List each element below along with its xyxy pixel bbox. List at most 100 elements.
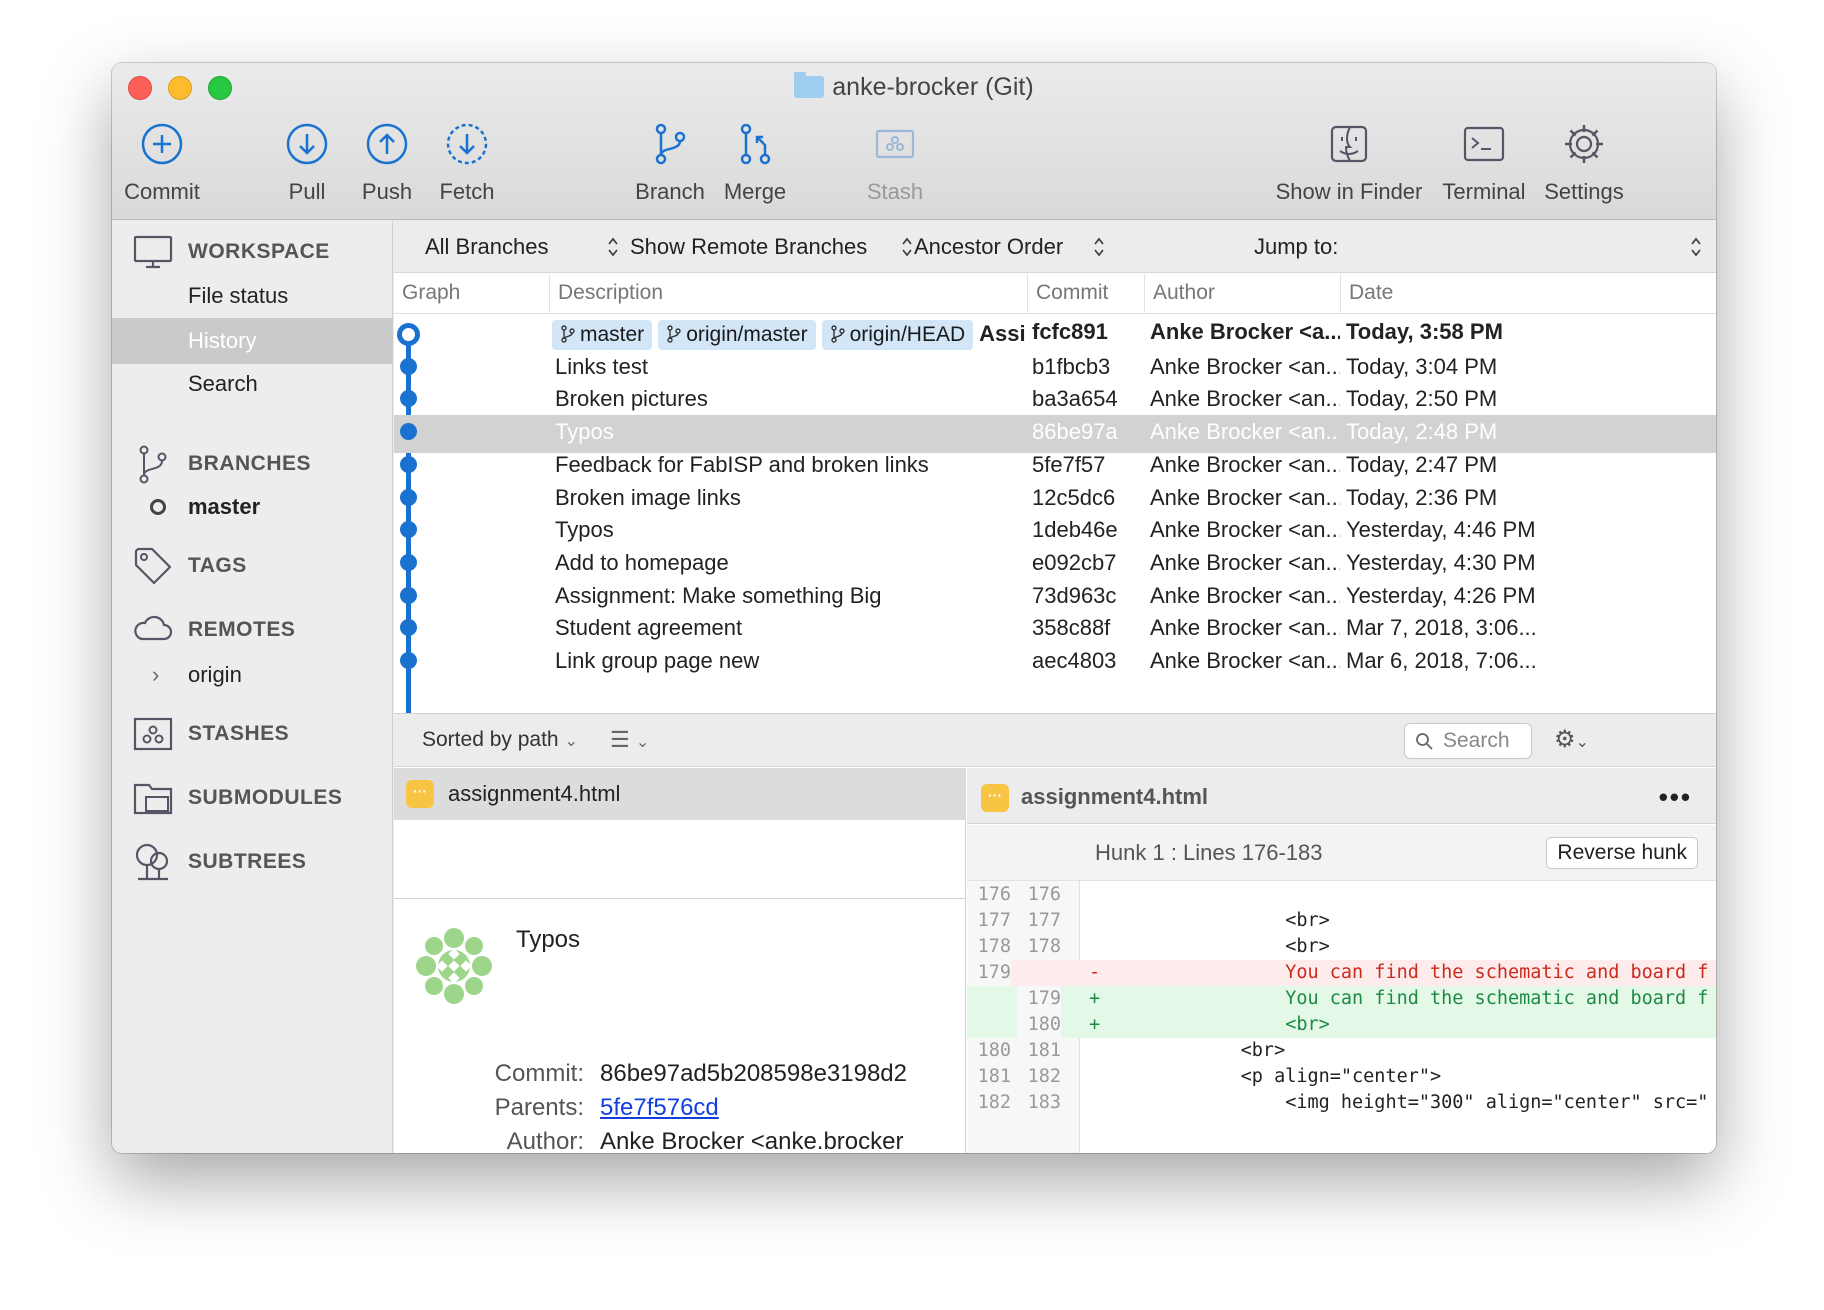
view-mode-dropdown[interactable]: ☰ ⌄ <box>610 714 649 769</box>
commit-author: Anke Brocker <an... <box>1150 484 1340 510</box>
arrow-down-circle-icon <box>286 123 328 165</box>
sidebar-section-subtrees[interactable]: SUBTREES <box>132 841 306 883</box>
diff-code: <br> <box>1107 936 1330 957</box>
filter-bar: All Branches Show Remote Branches Ancest… <box>394 221 1716 273</box>
graph-node <box>400 488 417 506</box>
stash-button[interactable]: Stash <box>845 121 945 205</box>
fetch-button[interactable]: Fetch <box>427 121 507 205</box>
sidebar-item-history[interactable]: History <box>112 318 393 364</box>
commit-hash: 86be97a <box>1032 419 1118 445</box>
commit-date: Yesterday, 4:46 PM <box>1346 517 1536 543</box>
jump-to-select[interactable]: Jump to: <box>1254 221 1714 273</box>
commit-detail-pane: ··· assignment4.html Typos Commit: 86be9… <box>394 768 966 1153</box>
column-author[interactable]: Author <box>1144 274 1340 314</box>
diff-code: You can find the schematic and board f <box>1107 962 1709 983</box>
graph-node <box>400 455 417 473</box>
sidebar-section-branches[interactable]: BRANCHES <box>132 443 311 485</box>
push-button[interactable]: Push <box>347 121 427 205</box>
diff-old: 181 <box>977 1066 1011 1087</box>
sidebar-section-workspace[interactable]: WORKSPACE <box>132 231 330 273</box>
terminal-button[interactable]: Terminal <box>1434 121 1534 205</box>
diff-code: <br> <box>1107 1040 1286 1061</box>
reverse-hunk-button[interactable]: Reverse hunk <box>1546 837 1698 869</box>
chevron-right-icon[interactable]: › <box>152 652 159 698</box>
column-graph[interactable]: Graph <box>394 274 549 314</box>
diff-line: 176 176 <box>967 882 1716 908</box>
more-options-icon[interactable]: ••• <box>1659 768 1692 826</box>
graph-node <box>400 553 417 571</box>
stash-icon <box>133 717 173 751</box>
diff-code: You can find the schematic and board f <box>1107 988 1709 1009</box>
commit-author: Anke Brocker <an... <box>1150 549 1340 575</box>
file-search-input[interactable]: Search <box>1404 723 1532 759</box>
commit-date: Today, 3:04 PM <box>1346 353 1498 379</box>
finder-icon <box>1330 125 1368 163</box>
diff-old: 176 <box>977 884 1011 905</box>
diff-line: 177 177 <br> <box>967 908 1716 934</box>
commit-description: Typos <box>555 419 614 445</box>
sidebar-item-file-status[interactable]: File status <box>112 273 393 319</box>
commit-row[interactable]: Link group page new aec4803 Anke Brocker <… <box>394 644 1716 682</box>
updown-chevron-icon <box>1094 237 1104 257</box>
commit-button[interactable]: Commit <box>112 121 212 205</box>
graph-node <box>400 423 417 441</box>
parent-commit-link[interactable]: 5fe7f576cd <box>600 1094 719 1122</box>
ref-pill-origin-head[interactable]: origin/HEAD <box>821 320 974 350</box>
sidebar-section-tags[interactable]: TAGS <box>132 545 247 587</box>
history-view: All Branches Show Remote Branches Ancest… <box>394 221 1716 1153</box>
chevron-down-icon: ⌄ <box>1575 734 1589 751</box>
graph-node <box>400 357 417 375</box>
window-title: anke-brocker (Git) <box>112 71 1716 103</box>
commit-description: Student agreement <box>555 615 743 641</box>
commit-author: Anke Brocker <an... <box>1150 517 1340 543</box>
diff-new: 178 <box>1027 936 1061 957</box>
settings-button[interactable]: Settings <box>1534 121 1634 205</box>
graph-node <box>400 619 417 637</box>
commit-hash: b1fbcb3 <box>1032 353 1111 379</box>
sidebar-section-remotes[interactable]: REMOTES <box>132 609 295 651</box>
ref-pill-origin-master[interactable]: origin/master <box>658 320 816 350</box>
remote-branches-select[interactable]: Show Remote Branches <box>630 221 913 273</box>
branch-button[interactable]: Branch <box>620 121 720 205</box>
gear-icon <box>1565 125 1603 163</box>
sidebar-section-submodules[interactable]: SUBMODULES <box>132 777 342 819</box>
branch-filter-select[interactable]: All Branches <box>425 221 619 273</box>
branch-icon <box>561 325 575 343</box>
pull-button[interactable]: Pull <box>267 121 347 205</box>
file-options-dropdown[interactable]: ⚙⌄ <box>1554 714 1589 769</box>
column-description[interactable]: Description <box>549 274 1029 314</box>
show-in-finder-button[interactable]: Show in Finder <box>1264 121 1434 205</box>
commit-description: Links test <box>555 353 648 379</box>
sidebar-item-remote-origin[interactable]: › origin <box>112 652 393 698</box>
ref-pill-master[interactable]: master <box>552 320 653 350</box>
column-commit[interactable]: Commit <box>1027 274 1144 314</box>
diff-new: 182 <box>1027 1066 1061 1087</box>
commit-row[interactable]: masterorigin/masterorigin/HEADAssi... fc… <box>394 315 1716 353</box>
changed-file-item[interactable]: ··· assignment4.html <box>394 768 966 820</box>
sidebar-item-branch-master[interactable]: master <box>112 484 393 530</box>
commit-date: Mar 6, 2018, 7:06... <box>1346 648 1537 673</box>
commit-author: Anke Brocker <an... <box>1150 451 1340 477</box>
diff-code: <br> <box>1107 910 1330 931</box>
merge-button[interactable]: Merge <box>710 121 800 205</box>
diff-new: 177 <box>1027 910 1061 931</box>
diff-sign: + <box>1089 1014 1101 1035</box>
diff-new: 183 <box>1027 1092 1061 1113</box>
commit-hash: 1deb46e <box>1032 517 1118 543</box>
commit-author: Anke Brocker <an... <box>1150 615 1340 641</box>
commit-date: Yesterday, 4:26 PM <box>1346 582 1536 608</box>
sidebar-item-search[interactable]: Search <box>112 361 393 407</box>
commit-list: masterorigin/masterorigin/HEADAssi... fc… <box>394 315 1716 713</box>
file-list-toolbar: Sorted by path ⌄ ☰ ⌄ Search ⚙⌄ <box>394 713 1716 767</box>
commit-hash: 358c88f <box>1032 615 1111 641</box>
sidebar-section-stashes[interactable]: STASHES <box>132 713 289 755</box>
diff-file-header: ··· assignment4.html ••• <box>967 768 1716 824</box>
column-date[interactable]: Date <box>1340 274 1716 314</box>
commit-description: Broken image links <box>555 484 741 510</box>
commit-date: Mar 7, 2018, 3:06... <box>1346 615 1537 641</box>
commit-hash: 5fe7f57 <box>1032 451 1106 477</box>
sort-dropdown[interactable]: Sorted by path ⌄ <box>422 714 578 768</box>
current-branch-icon <box>150 499 166 515</box>
commit-hash: 73d963c <box>1032 582 1117 608</box>
order-select[interactable]: Ancestor Order <box>914 221 1105 273</box>
